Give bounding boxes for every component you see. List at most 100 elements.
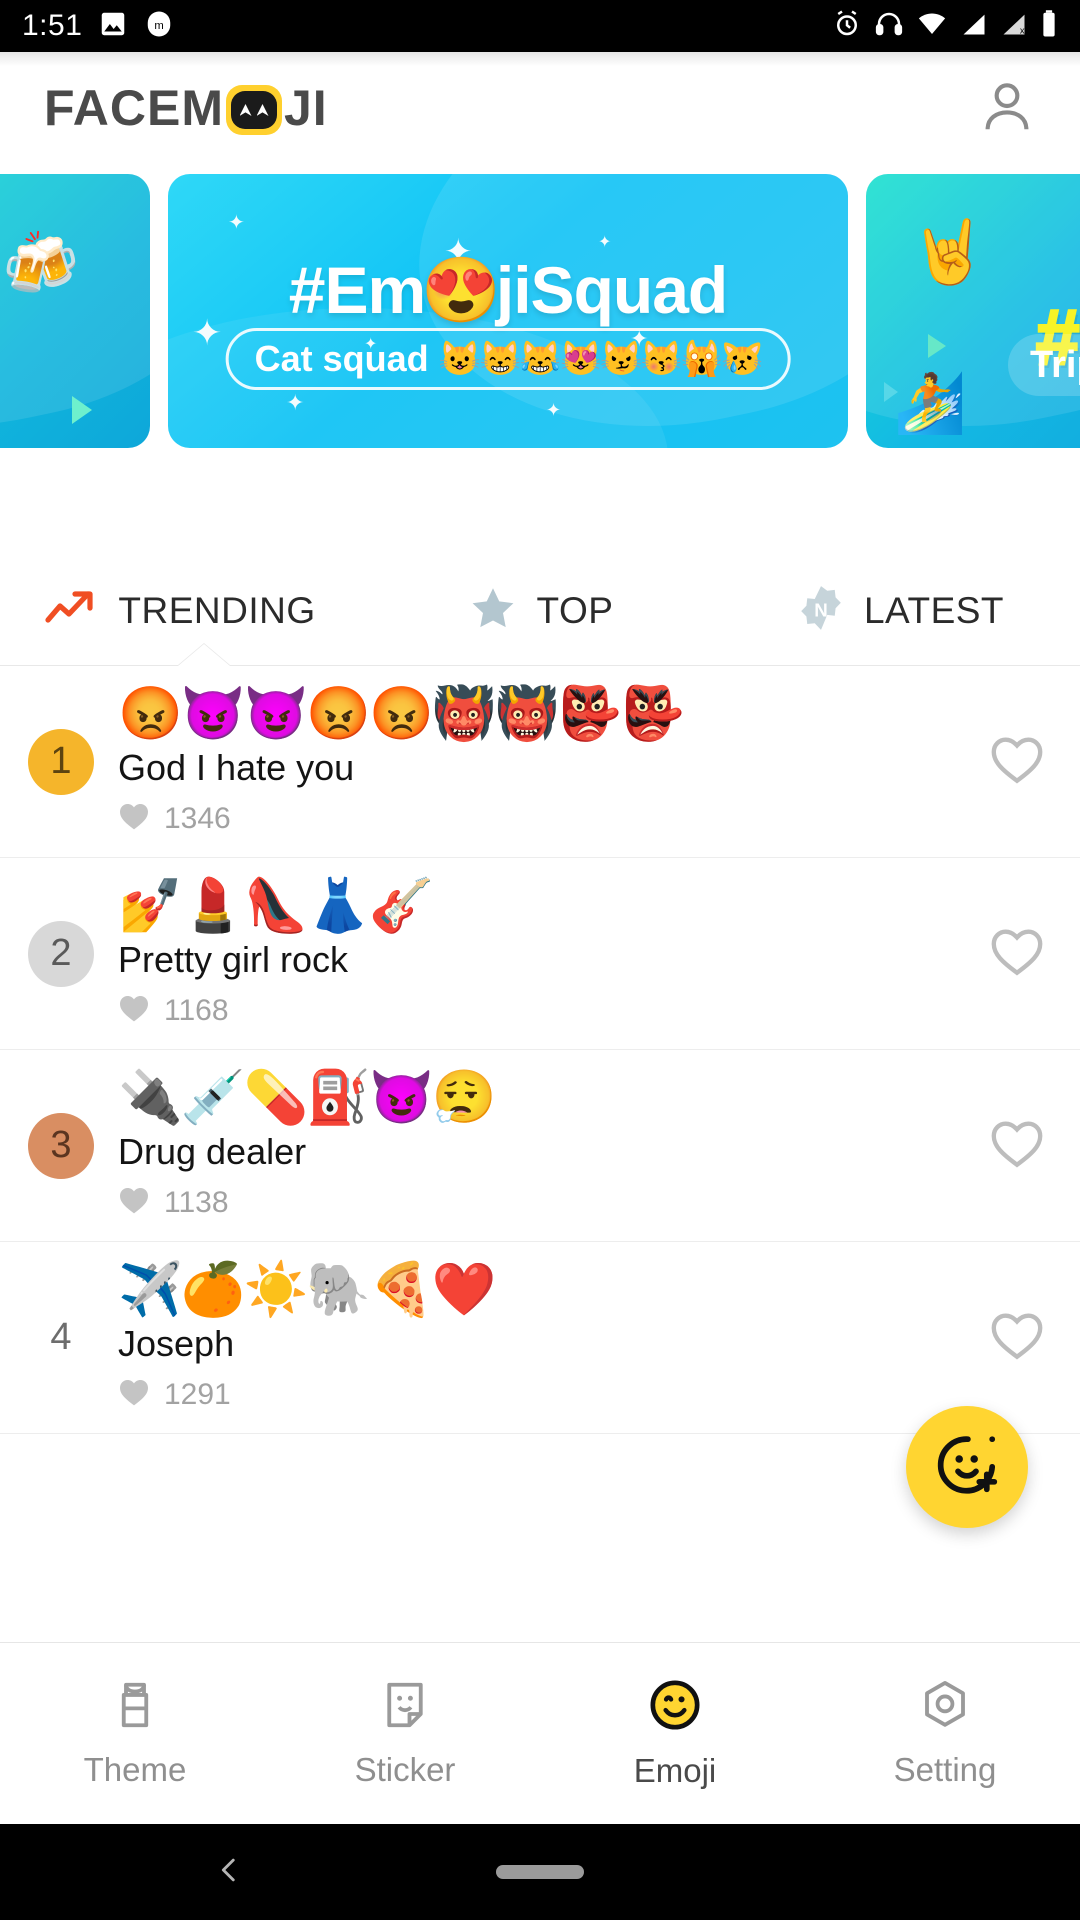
- banner-center-pill: Cat squad 😺😸😹😻😼😽🙀😿: [225, 328, 791, 390]
- status-bar-right: x: [832, 9, 1058, 44]
- list-item[interactable]: 1 😡😈😈😡😡👹👹👺👺 God I hate you 1346: [0, 666, 1080, 858]
- rank-badge: 4: [50, 1316, 72, 1358]
- heart-filled-icon: [118, 801, 150, 836]
- sparkle-icon: ✦: [228, 212, 245, 234]
- signal-off-icon: x: [1000, 9, 1028, 44]
- alarm-icon: [832, 9, 862, 44]
- rank-badge: 2: [28, 920, 94, 987]
- logo-text-left: FACEM: [44, 80, 224, 136]
- emoji-face-icon: [647, 1677, 703, 1738]
- android-navigation-bar: [0, 1824, 1080, 1920]
- back-chevron-icon[interactable]: [212, 1853, 246, 1892]
- list-item-emojis: ✈️🍊☀️🐘🍕❤️: [118, 1260, 496, 1319]
- star-icon: [467, 583, 519, 638]
- bottom-navigation: Theme Sticker Emoji Setting: [0, 1642, 1080, 1824]
- list-item-body: 🔌💉💊⛽😈😮‍💨 Drug dealer 1138: [118, 1071, 970, 1220]
- nav-label-setting: Setting: [893, 1751, 997, 1788]
- banner-right-pill-label: Trip: [1030, 343, 1080, 386]
- category-tabs: TRENDING TOP N LATEST: [0, 556, 1080, 666]
- like-button[interactable]: [988, 1308, 1046, 1367]
- list-item[interactable]: 3 🔌💉💊⛽😈😮‍💨 Drug dealer 1138: [0, 1050, 1080, 1242]
- heart-filled-icon: [118, 1185, 150, 1220]
- list-item-title: Pretty girl rock: [118, 938, 349, 980]
- rank-badge: 1: [28, 728, 94, 795]
- banner-title-after: jiSquad: [495, 253, 728, 327]
- list-item-title: God I hate you: [118, 746, 355, 788]
- tab-top-label: TOP: [536, 589, 614, 631]
- wifi-icon: [916, 9, 948, 44]
- profile-icon[interactable]: [976, 75, 1038, 142]
- gear-hex-icon: [918, 1678, 972, 1737]
- banner-center-title: #Em 😍 jiSquad: [168, 252, 848, 328]
- nav-label-sticker: Sticker: [354, 1751, 456, 1788]
- list-item-emojis: 🔌💉💊⛽😈😮‍💨: [118, 1068, 496, 1127]
- list-item-body: ✈️🍊☀️🐘🍕❤️ Joseph 1291: [118, 1263, 970, 1412]
- tab-latest-label: LATEST: [863, 589, 1005, 631]
- nav-label-theme: Theme: [83, 1751, 187, 1788]
- like-button[interactable]: [988, 1116, 1046, 1175]
- nav-item-sticker[interactable]: Sticker: [270, 1678, 540, 1789]
- facemoji-logo: FACEM JI: [44, 80, 328, 136]
- create-emoji-fab[interactable]: [906, 1406, 1028, 1528]
- status-bar-clock: 1:51: [22, 9, 83, 42]
- list-item[interactable]: 2 💅💄👠👗🎸 Pretty girl rock 1168: [0, 858, 1080, 1050]
- banner-left-emoji: 🍻: [2, 230, 80, 299]
- list-item-body: 😡😈😈😡😡👹👹👺👺 God I hate you 1346: [118, 687, 970, 836]
- list-item-meta: 1138: [118, 1185, 970, 1220]
- app-header: FACEM JI: [0, 52, 1080, 164]
- list-item-title: Joseph: [118, 1322, 235, 1364]
- list-item-meta: 1346: [118, 801, 970, 836]
- app-root: 1:51 m x FACEM JI 🍻 ✦ ✦ ✦ ✦ ✦ ✦ ✦ ✦ #Em …: [0, 0, 1080, 1920]
- list-item-emojis: 💅💄👠👗🎸: [118, 876, 434, 935]
- banner-left-hand-emoji: 🤞: [0, 364, 5, 427]
- list-item-meta: 1168: [118, 993, 970, 1028]
- nav-item-theme[interactable]: Theme: [0, 1678, 270, 1789]
- nav-item-emoji[interactable]: Emoji: [540, 1677, 810, 1790]
- list-item[interactable]: 4 ✈️🍊☀️🐘🍕❤️ Joseph 1291: [0, 1242, 1080, 1434]
- like-button[interactable]: [988, 924, 1046, 983]
- battery-icon: [1040, 9, 1058, 44]
- banner-center[interactable]: ✦ ✦ ✦ ✦ ✦ ✦ ✦ ✦ #Em 😍 jiSquad Cat squad …: [168, 174, 848, 448]
- like-count: 1168: [164, 993, 229, 1027]
- tab-trending-label: TRENDING: [118, 589, 316, 631]
- banner-right[interactable]: 🤘 # Trip 🏄: [866, 174, 1080, 448]
- tab-top[interactable]: TOP: [360, 556, 720, 666]
- sparkle-icon: ✦: [546, 400, 562, 420]
- svg-text:x: x: [1020, 25, 1025, 35]
- banner-carousel[interactable]: 🍻 on 🤞 🥃🌅 ✦ ✦ ✦ ✦ ✦ ✦ ✦ ✦: [0, 166, 1080, 456]
- home-pill-icon[interactable]: [496, 1865, 584, 1879]
- nav-item-setting[interactable]: Setting: [810, 1678, 1080, 1789]
- banner-title-before: #Em: [288, 253, 426, 327]
- status-bar: 1:51 m x: [0, 0, 1080, 52]
- new-badge-icon: N: [796, 583, 846, 638]
- trending-arrow-icon: [44, 586, 100, 635]
- like-count: 1138: [164, 1185, 229, 1219]
- banner-left[interactable]: 🍻 on 🤞 🥃🌅: [0, 174, 150, 448]
- list-item-title: Drug dealer: [118, 1130, 307, 1172]
- banner-right-surf-emoji: 🏄: [894, 371, 967, 436]
- banner-pill-label: Cat squad: [254, 338, 429, 379]
- banner-pill-emojis: 😺😸😹😻😼😽🙀😿: [438, 340, 764, 378]
- like-count: 1346: [164, 801, 231, 835]
- list-item-emojis: 😡😈😈😡😡👹👹👺👺: [118, 684, 685, 743]
- heart-eyes-emoji: 😍: [421, 254, 501, 326]
- mi-app-icon: m: [144, 9, 174, 44]
- sticker-icon: [378, 1678, 432, 1737]
- tshirt-icon: [108, 1678, 162, 1737]
- rank-badge: 3: [28, 1112, 94, 1179]
- logo-text-right: JI: [284, 80, 328, 136]
- banner-right-pill: Trip: [1008, 334, 1080, 396]
- add-emoji-icon: [931, 1429, 1003, 1506]
- sparkle-icon: ✦: [286, 390, 305, 415]
- svg-text:N: N: [814, 599, 828, 620]
- headphones-icon: [874, 9, 904, 44]
- list-item-body: 💅💄👠👗🎸 Pretty girl rock 1168: [118, 879, 970, 1028]
- sparkle-icon: ✦: [598, 234, 612, 251]
- svg-text:m: m: [155, 20, 164, 32]
- active-tab-indicator: [178, 644, 230, 666]
- like-button[interactable]: [988, 732, 1046, 791]
- image-icon: [98, 9, 128, 44]
- tab-latest[interactable]: N LATEST: [720, 556, 1080, 666]
- banner-right-hand-emoji: 🤘: [910, 218, 988, 287]
- list-item-meta: 1291: [118, 1377, 970, 1412]
